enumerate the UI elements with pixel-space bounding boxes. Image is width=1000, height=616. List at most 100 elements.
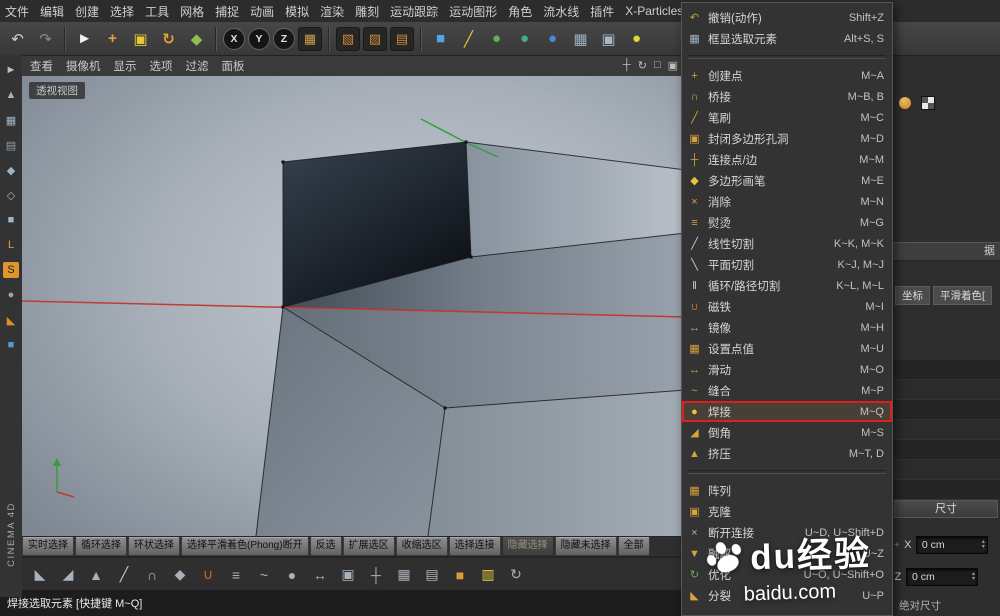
menubar-item-10[interactable]: 渲染 [320,3,344,20]
workplane-mode-icon[interactable]: ▤ [3,137,19,153]
menubar-item-9[interactable]: 模拟 [285,3,309,20]
pan-view-icon[interactable]: ┼ [623,59,631,72]
bevel-tool-icon[interactable]: ◢ [56,563,80,587]
bridge-tool-icon[interactable]: ∩ [140,563,164,587]
menu-item-iron[interactable]: ≡熨烫M~G [682,212,892,233]
weld-tool-icon[interactable]: ● [280,563,304,587]
menubar-item-11[interactable]: 雕刻 [355,3,379,20]
enable-axis-icon[interactable]: L [3,237,19,253]
show-all-button[interactable]: 全部 [618,537,650,556]
menubar-item-4[interactable]: 选择 [110,3,134,20]
polygons-mode-icon[interactable]: ■ [3,212,19,228]
viewport-canvas[interactable] [22,76,686,536]
render-settings-button[interactable]: ▤ [390,27,414,51]
array-tool-icon[interactable]: ▦ [392,563,416,587]
menubar-item-12[interactable]: 运动跟踪 [390,3,438,20]
light-button[interactable]: ● [624,26,649,51]
edges-mode-icon[interactable]: ◇ [3,187,19,203]
render-view-button[interactable]: ▧ [336,27,360,51]
move-tool-icon[interactable]: + [100,26,125,51]
coordinate-system-button[interactable]: ▦ [298,27,322,51]
slide-tool-icon[interactable]: ↔ [308,563,332,587]
toggle-view-icon[interactable]: ▣ [668,59,678,72]
subdivide-icon[interactable]: ┼ [364,563,388,587]
polygon-object[interactable] [256,142,686,536]
convert-object-icon[interactable]: ► [3,62,19,78]
optimize-tool-icon[interactable]: ■ [448,563,472,587]
menu-item-undo-action[interactable]: ↶撤销(动作)Shift+Z [682,7,892,28]
select-phong-break-button[interactable]: 选择平滑着色(Phong)断开 [181,537,309,556]
add-cube-button[interactable]: ■ [428,26,453,51]
grow-selection-button[interactable]: 扩展选区 [343,537,395,556]
loop-selection-button[interactable]: 循环选择 [75,537,127,556]
menubar-item-6[interactable]: 网格 [180,3,204,20]
menubar-item-2[interactable]: 编辑 [40,3,64,20]
invert-selection-button[interactable]: 反选 [310,537,342,556]
texture-mode-icon[interactable]: ▦ [3,112,19,128]
menubar-item-1[interactable]: 文件 [5,3,29,20]
menu-item-connect-points-edges[interactable]: ┼连接点/边M~M [682,149,892,170]
menu-item-bridge[interactable]: ∩桥接M~B, B [682,86,892,107]
menubar-item-13[interactable]: 运动图形 [449,3,497,20]
object-row[interactable] [899,96,935,110]
extrude-tool-icon[interactable]: ▲ [84,563,108,587]
menubar-item-14[interactable]: 角色 [508,3,532,20]
menu-item-frame-selected-elements[interactable]: ▦框显选取元素Alt+S, S [682,28,892,49]
lock-y-axis-button[interactable]: Y [248,28,270,50]
undo-icon[interactable]: ↶ [5,26,30,51]
viewport-menu-item-5[interactable]: 过滤 [186,58,209,74]
menu-item-optimize[interactable]: ↻优化U~O, U~Shift+O [682,564,892,585]
deformers-button[interactable]: ● [540,26,565,51]
menubar-item-5[interactable]: 工具 [145,3,169,20]
commander-icon[interactable]: ▥ [476,563,500,587]
menu-item-polygon-pen[interactable]: ◆多边形画笔M~E [682,170,892,191]
viewport-menu-item-2[interactable]: 摄像机 [66,58,101,74]
menu-item-slide[interactable]: ↔滑动M~O [682,359,892,380]
menu-item-magnet[interactable]: ∪磁铁M~I [682,296,892,317]
menu-item-close-polygon-hole[interactable]: ▣封闭多边形孔洞M~D [682,128,892,149]
snap-enabled-icon[interactable]: S [3,262,19,278]
matrix-tool-icon[interactable]: ▤ [420,563,444,587]
menubar-item-15[interactable]: 流水线 [543,3,579,20]
clone-array-button[interactable]: ▦ [568,26,593,51]
iron-tool-icon[interactable]: ≡ [224,563,248,587]
menu-item-mirror[interactable]: ↔镜像M~H [682,317,892,338]
coord-input-z[interactable]: 0 cm▴▾ [906,568,978,586]
rotate-tool-icon[interactable]: ↻ [156,26,181,51]
menu-item-clone[interactable]: ▣克隆 [682,501,892,522]
hide-selected-button[interactable]: 隐藏选择 [502,537,554,556]
scale-tool-icon[interactable]: ▣ [128,26,153,51]
viewport-menu-item-4[interactable]: 选项 [150,58,173,74]
menu-item-disconnect[interactable]: ×断开连接U~D, U~Shift+D [682,522,892,543]
menu-item-bevel[interactable]: ◢倒角M~S [682,422,892,443]
menu-item-loop-path-cut[interactable]: ‖循环/路径切割K~L, M~L [682,275,892,296]
menu-item-split[interactable]: ◣分裂U~P [682,585,892,606]
tweak-mode-icon[interactable]: ◣ [3,312,19,328]
camera-button[interactable]: ▣ [596,26,621,51]
coord-input-x[interactable]: 0 cm▴▾ [916,536,988,554]
orbit-view-icon[interactable]: ↻ [638,59,647,72]
live-selection-tool-icon[interactable]: ► [72,26,97,51]
close-hole-tool-icon[interactable]: ▣ [336,563,360,587]
menu-item-line-cut[interactable]: ╱线性切割K~K, M~K [682,233,892,254]
lock-z-axis-button[interactable]: Z [273,28,295,50]
menubar-item-16[interactable]: 插件 [590,3,614,20]
attr-tab-coordinates[interactable]: 坐标 [895,286,930,305]
perspective-viewport[interactable]: 查看摄像机显示选项过滤面板 ┼↻□▣ 透视视图 [22,55,686,536]
stitch-tool-icon[interactable]: ~ [252,563,276,587]
menu-item-set-point-value[interactable]: ▦设置点值M~U [682,338,892,359]
menubar-item-8[interactable]: 动画 [250,3,274,20]
size-section-header[interactable]: 尺寸 [894,500,998,518]
attr-tab-phong[interactable]: 平滑着色[ [933,286,992,305]
polygon-pen-icon[interactable]: ◆ [168,563,192,587]
menu-item-dissolve[interactable]: ×消除M~N [682,191,892,212]
menubar-item-17[interactable]: X-Particles [625,4,683,18]
magnet-tool-icon[interactable]: ∪ [196,563,220,587]
viewport-filter-icon[interactable]: ● [3,287,19,303]
menu-item-melt[interactable]: ▼融解U~Z [682,543,892,564]
texture-checker-icon[interactable] [921,96,935,110]
menu-item-brush[interactable]: ╱笔刷M~C [682,107,892,128]
subdivision-surface-button[interactable]: ● [484,26,509,51]
stepper-arrows[interactable]: ▴▾ [972,572,977,582]
menu-item-array[interactable]: ▦阵列 [682,480,892,501]
